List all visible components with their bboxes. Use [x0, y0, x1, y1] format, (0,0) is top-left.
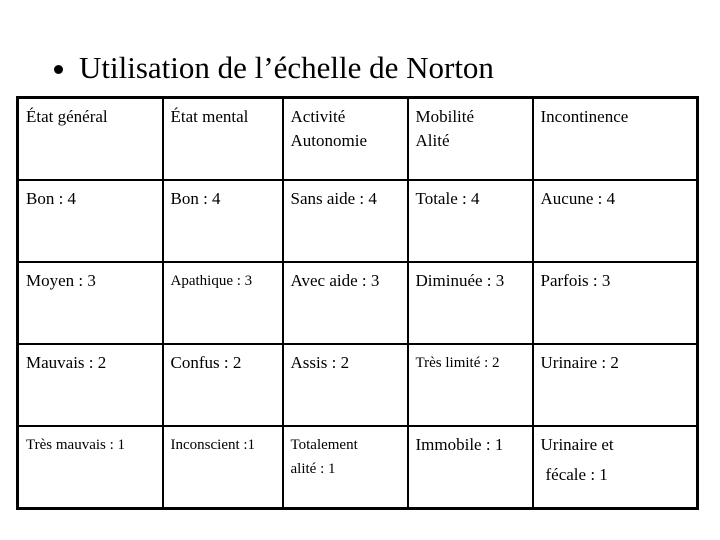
- cell-text: Aucune : 4: [540, 189, 616, 208]
- table-cell: Très mauvais : 1: [16, 425, 164, 510]
- header-activite: Activité Autonomie: [281, 96, 409, 181]
- slide-title-text: Utilisation de l’échelle de Norton: [79, 50, 494, 85]
- cell-text: Apathique : 3: [170, 273, 253, 289]
- table-cell: Très limité : 2: [406, 343, 534, 427]
- cell-text: Totale : 4: [415, 189, 480, 208]
- cell-text: Moyen : 3: [26, 271, 96, 290]
- header-label: État mental: [170, 107, 249, 126]
- table-cell: Moyen : 3: [16, 261, 164, 345]
- header-etat-mental: État mental: [161, 96, 284, 181]
- header-label-line2: Autonomie: [290, 131, 368, 150]
- header-incontinence: Incontinence: [531, 96, 699, 181]
- table-cell: Bon : 4: [161, 179, 284, 263]
- table-cell: Diminuée : 3: [406, 261, 534, 345]
- cell-text: Sans aide : 4: [290, 189, 377, 208]
- header-label: Incontinence: [540, 107, 629, 126]
- table-cell: Apathique : 3: [161, 261, 284, 345]
- table-cell: Immobile : 1: [406, 425, 534, 510]
- table-cell: Inconscient :1: [161, 425, 284, 510]
- bullet-icon: [54, 64, 63, 74]
- cell-text: Parfois : 3: [540, 271, 611, 290]
- table-cell: Urinaire et fécale : 1: [531, 425, 699, 510]
- cell-text-line2: alité : 1: [290, 461, 336, 477]
- norton-scale-table: État général État mental Activité Autonom…: [16, 96, 699, 510]
- cell-text: Bon : 4: [26, 189, 77, 208]
- table-cell: Urinaire : 2: [531, 343, 699, 427]
- table-cell: Bon : 4: [16, 179, 164, 263]
- cell-text: Urinaire : 2: [540, 353, 619, 372]
- table-cell: Aucune : 4: [531, 179, 699, 263]
- cell-text: Totalement: [290, 437, 358, 453]
- slide-title: Utilisation de l’échelle de Norton: [54, 50, 494, 86]
- table-cell: Confus : 2: [161, 343, 284, 427]
- cell-text: Inconscient :1: [170, 437, 256, 453]
- table-cell: Parfois : 3: [531, 261, 699, 345]
- header-label: État général: [26, 107, 108, 126]
- header-label-line2: Alité: [415, 131, 450, 150]
- cell-text: Immobile : 1: [415, 435, 504, 454]
- cell-text: Diminuée : 3: [415, 271, 505, 290]
- table-cell: Mauvais : 2: [16, 343, 164, 427]
- cell-text: Très mauvais : 1: [26, 437, 126, 453]
- table-row: Très mauvais : 1 Inconscient :1 Totaleme…: [16, 425, 699, 510]
- cell-text: Mauvais : 2: [26, 353, 107, 372]
- cell-text: Confus : 2: [170, 353, 242, 372]
- table-cell: Totale : 4: [406, 179, 534, 263]
- table-cell: Assis : 2: [281, 343, 409, 427]
- header-etat-general: État général: [16, 96, 164, 181]
- table-header-row: État général État mental Activité Autonom…: [16, 96, 699, 181]
- table-row: Mauvais : 2 Confus : 2 Assis : 2 Très li…: [16, 343, 699, 427]
- cell-text-line2: fécale : 1: [545, 465, 608, 484]
- header-mobilite: Mobilité Alité: [406, 96, 534, 181]
- header-label: Mobilité: [415, 107, 475, 126]
- header-label: Activité: [290, 107, 346, 126]
- table-cell: Avec aide : 3: [281, 261, 409, 345]
- cell-text: Urinaire et: [540, 435, 614, 454]
- table-cell: Sans aide : 4: [281, 179, 409, 263]
- table-cell: Totalement alité : 1: [281, 425, 409, 510]
- cell-text: Assis : 2: [290, 353, 350, 372]
- cell-text: Avec aide : 3: [290, 271, 380, 290]
- cell-text: Très limité : 2: [415, 355, 500, 371]
- table-row: Bon : 4 Bon : 4 Sans aide : 4 Totale : 4…: [16, 179, 699, 263]
- cell-text: Bon : 4: [170, 189, 221, 208]
- table-row: Moyen : 3 Apathique : 3 Avec aide : 3 Di…: [16, 261, 699, 345]
